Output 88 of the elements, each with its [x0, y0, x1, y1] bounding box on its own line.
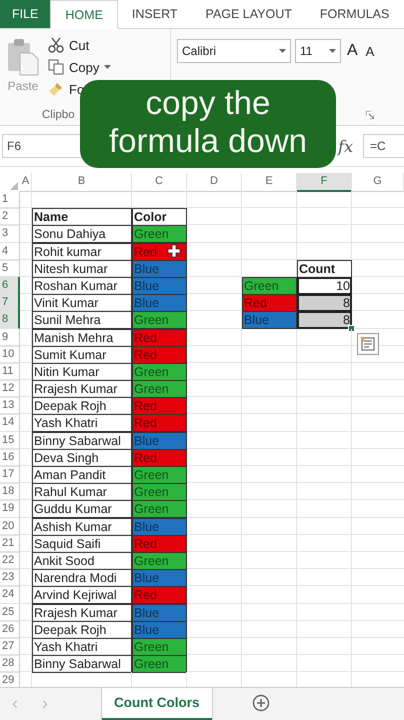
- table-cell: Yash Khatri: [32, 414, 132, 432]
- table-cell: Blue: [132, 294, 187, 312]
- table-cell: Rahul Kumar: [32, 483, 132, 502]
- sheet-tab[interactable]: Count Colors: [102, 688, 212, 720]
- ribbon-tab[interactable]: PAGE LAYOUT: [192, 0, 306, 28]
- table-cell: Binny Sabarwal: [32, 432, 132, 450]
- insert-function-button[interactable]: fx: [334, 136, 357, 156]
- cross-cursor-icon: [167, 244, 181, 258]
- table-cell: Red: [242, 294, 297, 312]
- column-header[interactable]: F: [297, 173, 352, 192]
- table-cell: Narendra Modi: [32, 569, 132, 588]
- table-cell: Red: [132, 534, 187, 553]
- table-cell: Green: [132, 500, 187, 518]
- ribbon-tab[interactable]: HOME: [50, 0, 118, 29]
- table-cell: Red: [132, 414, 187, 432]
- launcher-icon[interactable]: [366, 111, 374, 119]
- table-cell: Vinit Kumar: [32, 294, 132, 312]
- table-cell: Blue: [132, 276, 187, 295]
- table-cell: Saquid Saifi: [32, 534, 132, 553]
- table-cell: Ankit Sood: [32, 552, 132, 570]
- table-cell: Blue: [132, 518, 187, 536]
- ribbon-tab[interactable]: FILE: [0, 0, 50, 28]
- formula-field[interactable]: =C: [363, 134, 404, 158]
- table-cell: Red: [132, 586, 187, 604]
- table-cell: Blue: [242, 311, 297, 330]
- font-name-field[interactable]: Calibri: [177, 39, 291, 63]
- table-cell: Arvind Kejriwal: [32, 586, 132, 604]
- table-cell: Deva Singh: [32, 448, 132, 467]
- table-cell: Nitesh kumar: [32, 260, 132, 278]
- table-cell: Green: [132, 225, 187, 244]
- table-cell: Green: [132, 380, 187, 398]
- table-cell: Deepak Rojh: [32, 397, 132, 416]
- table-cell: Aman Pandit: [32, 466, 132, 484]
- table-cell: 8: [297, 311, 352, 330]
- table-cell: Ashish Kumar: [32, 518, 132, 536]
- table-cell: Green: [132, 466, 187, 484]
- caret-icon[interactable]: [279, 49, 286, 53]
- font-size-field[interactable]: 11: [295, 39, 341, 63]
- table-cell: Blue: [132, 432, 187, 450]
- group-label: Clipbo: [42, 109, 75, 121]
- row-header[interactable]: 6: [0, 276, 20, 295]
- caret-icon[interactable]: [329, 49, 336, 53]
- table-cell: 10: [297, 276, 352, 295]
- table-cell: Green: [132, 362, 187, 381]
- table-cell: Green: [132, 483, 187, 502]
- table-cell: Green: [132, 311, 187, 330]
- table-cell: Blue: [132, 604, 187, 622]
- row-header[interactable]: 8: [0, 311, 20, 330]
- table-cell: Roshan Kumar: [32, 276, 132, 295]
- table-cell: Rrajesh Kumar: [32, 380, 132, 398]
- table-cell: Green: [132, 655, 187, 674]
- table-cell: Sonu Dahiya: [32, 225, 132, 244]
- copy-icon[interactable]: [48, 59, 64, 75]
- table-cell: Green: [132, 552, 187, 570]
- table-cell: Red: [132, 242, 187, 261]
- table-cell: Blue: [132, 569, 187, 588]
- table-cell: Binny Sabarwal: [32, 655, 132, 674]
- table-cell: Red: [132, 448, 187, 467]
- table-cell: Red: [132, 346, 187, 364]
- add-sheet-icon[interactable]: [252, 694, 270, 712]
- row-header[interactable]: 7: [0, 294, 20, 312]
- table-cell: Color: [132, 208, 187, 226]
- caret-icon[interactable]: [104, 65, 112, 69]
- table-cell: Rohit kumar: [32, 242, 132, 261]
- table-cell: Red: [132, 397, 187, 416]
- table-cell: Name: [32, 208, 132, 226]
- table-cell: Blue: [132, 620, 187, 639]
- cut-button[interactable]: Cut: [69, 38, 90, 52]
- table-cell: Blue: [132, 260, 187, 278]
- table-cell: Count: [297, 260, 352, 278]
- table-cell: Rrajesh Kumar: [32, 604, 132, 622]
- shrink-font-button[interactable]: A: [364, 44, 376, 58]
- ribbon-tab[interactable]: FORMULAS: [306, 0, 404, 28]
- table-cell: Sunil Mehra: [32, 311, 132, 330]
- table-cell: Guddu Kumar: [32, 500, 132, 518]
- table-cell: Green: [242, 276, 297, 295]
- table-cell: Green: [132, 638, 187, 656]
- ribbon-tab[interactable]: INSERT: [118, 0, 192, 28]
- table-cell: Sumit Kumar: [32, 346, 132, 364]
- table-cell: 8: [297, 294, 352, 312]
- copy-button[interactable]: Copy: [69, 60, 100, 74]
- table-cell: Red: [132, 328, 187, 346]
- scissors-icon[interactable]: [48, 37, 64, 53]
- table-cell: Yash Khatri: [32, 638, 132, 656]
- grow-font-button[interactable]: A: [345, 42, 360, 60]
- table-cell: Manish Mehra: [32, 328, 132, 346]
- table-cell: Nitin Kumar: [32, 362, 132, 381]
- table-cell: Deepak Rojh: [32, 620, 132, 639]
